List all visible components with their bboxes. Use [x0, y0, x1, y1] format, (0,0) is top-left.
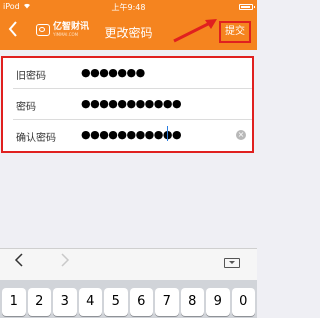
- key-9[interactable]: 9: [206, 288, 230, 316]
- new-password-row: 密码 ●●●●●●●●●●●: [3, 89, 252, 120]
- previous-field-button[interactable]: [14, 252, 24, 273]
- keyboard: 1 2 3 4 5 6 7 8 9 0: [0, 280, 257, 318]
- next-field-button[interactable]: [60, 252, 70, 273]
- hide-keyboard-icon[interactable]: [224, 258, 240, 268]
- annotation-arrow-icon: [173, 19, 217, 43]
- key-3[interactable]: 3: [53, 288, 77, 316]
- key-8[interactable]: 8: [180, 288, 204, 316]
- old-password-label: 旧密码: [16, 71, 46, 82]
- new-password-field[interactable]: ●●●●●●●●●●●: [81, 97, 182, 110]
- keyboard-toolbar: [0, 248, 257, 280]
- password-form: 旧密码 ●●●●●●● 密码 ●●●●●●●●●●● 确认密码 ●●●●●●●●…: [1, 56, 254, 153]
- key-1[interactable]: 1: [2, 288, 26, 316]
- key-6[interactable]: 6: [129, 288, 153, 316]
- key-0[interactable]: 0: [231, 288, 255, 316]
- key-7[interactable]: 7: [155, 288, 179, 316]
- old-password-row: 旧密码 ●●●●●●●: [3, 58, 252, 89]
- number-key-row: 1 2 3 4 5 6 7 8 9 0: [2, 288, 255, 316]
- status-bar: iPod 上午9:48: [0, 0, 257, 14]
- key-4[interactable]: 4: [78, 288, 102, 316]
- chevron-left-icon: [14, 253, 23, 267]
- key-5[interactable]: 5: [104, 288, 128, 316]
- submit-button[interactable]: 提交: [219, 21, 251, 43]
- old-password-field[interactable]: ●●●●●●●: [81, 66, 145, 79]
- confirm-password-label: 确认密码: [16, 133, 56, 144]
- key-2[interactable]: 2: [27, 288, 51, 316]
- clear-icon[interactable]: ×: [236, 130, 246, 140]
- confirm-password-row: 确认密码 ●●●●●●●●●●● ×: [3, 120, 252, 151]
- battery-icon: [239, 4, 255, 10]
- text-cursor: [167, 126, 168, 141]
- status-time: 上午9:48: [111, 3, 146, 12]
- chevron-right-icon: [61, 253, 70, 267]
- new-password-label: 密码: [16, 102, 36, 113]
